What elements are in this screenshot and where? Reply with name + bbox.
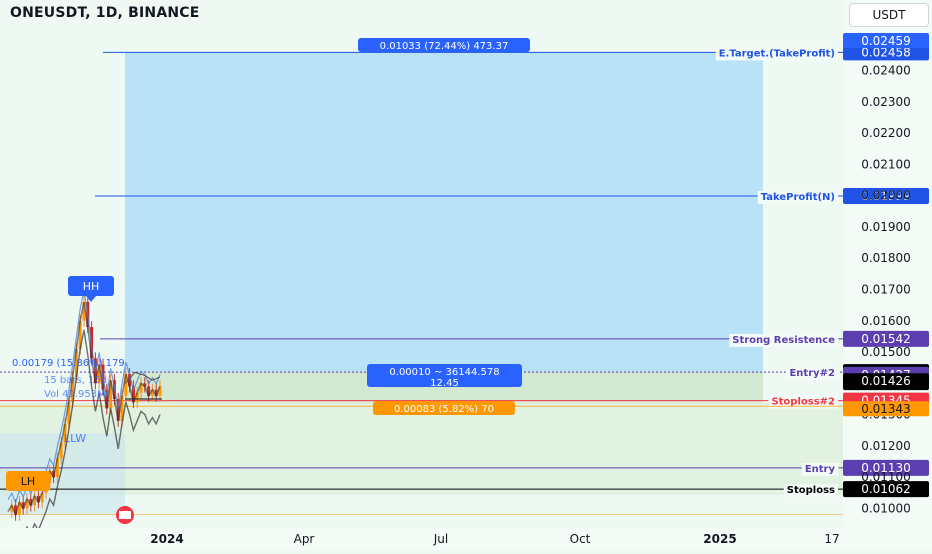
- level-label-1: TakeProfit(N): [761, 192, 835, 203]
- y-tick-5: 0.01500: [861, 345, 911, 359]
- symbol-title: ONEUSDT, 1D, BINANCE: [10, 5, 200, 21]
- y-tick-7: 0.01700: [861, 283, 911, 297]
- price-tag-4: 0.01343: [861, 402, 911, 416]
- y-tick-0: 0.01000: [861, 502, 911, 516]
- price-tag-3: 0.01426: [861, 374, 911, 388]
- y-tick-11: 0.02100: [861, 157, 911, 171]
- chart-plot-area[interactable]: E.Target.(TakeProfit) TakeProfit(N) Strong…: [0, 0, 843, 528]
- left-bars: 15 bars, 15d: [44, 375, 107, 386]
- entry-box-text-1: 12.45: [430, 378, 459, 389]
- level-label-3: Entry#2: [789, 368, 835, 379]
- chart-root: E.Target.(TakeProfit) TakeProfit(N) Strong…: [0, 0, 932, 550]
- y-tick-12: 0.02200: [861, 126, 911, 140]
- y-tick-14: 0.02400: [861, 64, 911, 78]
- axis-tag-2: 0.01542: [861, 332, 911, 346]
- x-tick-3: Oct: [570, 532, 591, 546]
- target-box-text-0: 0.01033 (72.44%) 473.37: [380, 41, 509, 52]
- y-tick-13: 0.02300: [861, 95, 911, 109]
- lh-marker-text: LH: [21, 475, 35, 488]
- flag-icon-inner: [119, 511, 131, 519]
- level-label-0: E.Target.(TakeProfit): [719, 48, 835, 59]
- low-mark: LLW: [64, 432, 86, 445]
- y-tick-10: 0.02000: [861, 189, 911, 203]
- level-label-2: Strong Resistence: [732, 335, 835, 346]
- hh-marker-text: HH: [83, 280, 100, 293]
- x-tick-0: 2024: [150, 532, 183, 546]
- x-tick-2: Jul: [433, 532, 448, 546]
- y-tick-6: 0.01600: [861, 314, 911, 328]
- x-tick-1: Apr: [294, 532, 315, 546]
- target-zone: [125, 52, 763, 373]
- level-label-6: Stoploss: [787, 485, 835, 496]
- price-axis[interactable]: 0.02458 0.01999 0.01542 0.01345 0.01130 0.010…: [843, 0, 932, 550]
- y-tick-2: 0.01200: [861, 439, 911, 453]
- y-tick-1: 0.01100: [861, 470, 911, 484]
- y-tick-9: 0.01900: [861, 220, 911, 234]
- level-label-5: Entry: [805, 464, 836, 475]
- x-tick-5: 17: [824, 532, 839, 546]
- stop-box-text-0: 0.00083 (5.82%) 70: [394, 404, 494, 415]
- price-tag-0: 0.02459: [861, 34, 911, 48]
- entry-box-text-0: 0.00010 ~ 36144.578: [389, 367, 499, 378]
- left-vol: Vol 41.953M: [44, 389, 106, 400]
- currency-button[interactable]: USDT: [849, 3, 929, 27]
- x-tick-4: 2025: [703, 532, 736, 546]
- left-measure: 0.00179 (15.86%) 179: [12, 358, 125, 369]
- risk-zone: [0, 402, 843, 495]
- y-tick-8: 0.01800: [861, 251, 911, 265]
- time-axis[interactable]: 2024 Apr Jul Oct 2025 17: [0, 528, 843, 550]
